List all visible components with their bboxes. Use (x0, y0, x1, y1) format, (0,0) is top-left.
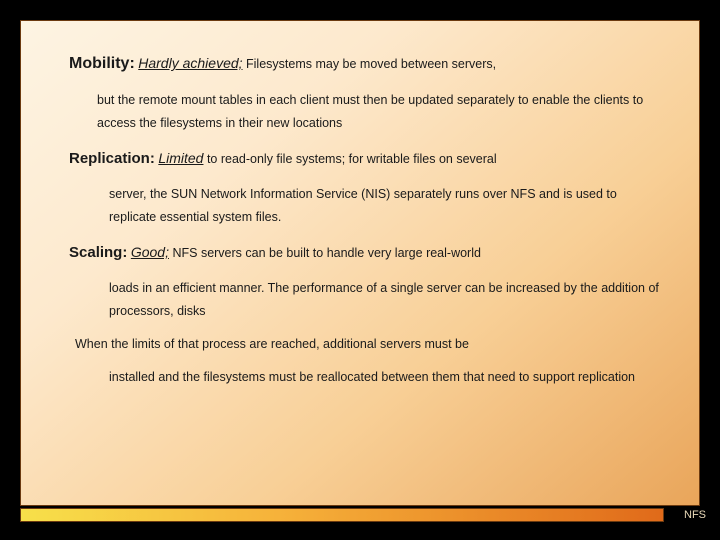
mobility-continuation: but the remote mount tables in each clie… (69, 89, 659, 135)
mobility-heading: Mobility: (69, 55, 135, 72)
scaling-qualifier: Good; (131, 244, 169, 260)
scaling-heading: Scaling: (69, 244, 127, 261)
mobility-tail: Filesystems may be moved between servers… (246, 57, 496, 71)
replication-heading: Replication: (69, 150, 155, 167)
replication-qualifier: Limited (158, 150, 203, 166)
footer-label: NFS (684, 508, 706, 522)
scaling-tail: NFS servers can be built to handle very … (172, 246, 480, 260)
limits-line1: When the limits of that process are reac… (69, 333, 659, 356)
replication-para: Replication: Limited to read-only file s… (69, 145, 659, 173)
replication-continuation: server, the SUN Network Information Serv… (69, 183, 659, 229)
mobility-qualifier: Hardly achieved; (138, 55, 242, 71)
limits-continuation: installed and the filesystems must be re… (69, 366, 659, 389)
slide-body: Mobility: Hardly achieved; Filesystems m… (20, 20, 700, 506)
mobility-para: Mobility: Hardly achieved; Filesystems m… (69, 49, 659, 79)
scaling-para: Scaling: Good; NFS servers can be built … (69, 239, 659, 267)
scaling-continuation: loads in an efficient manner. The perfor… (69, 277, 659, 323)
footer-accent-bar (20, 508, 664, 522)
replication-tail: to read-only file systems; for writable … (207, 152, 497, 166)
